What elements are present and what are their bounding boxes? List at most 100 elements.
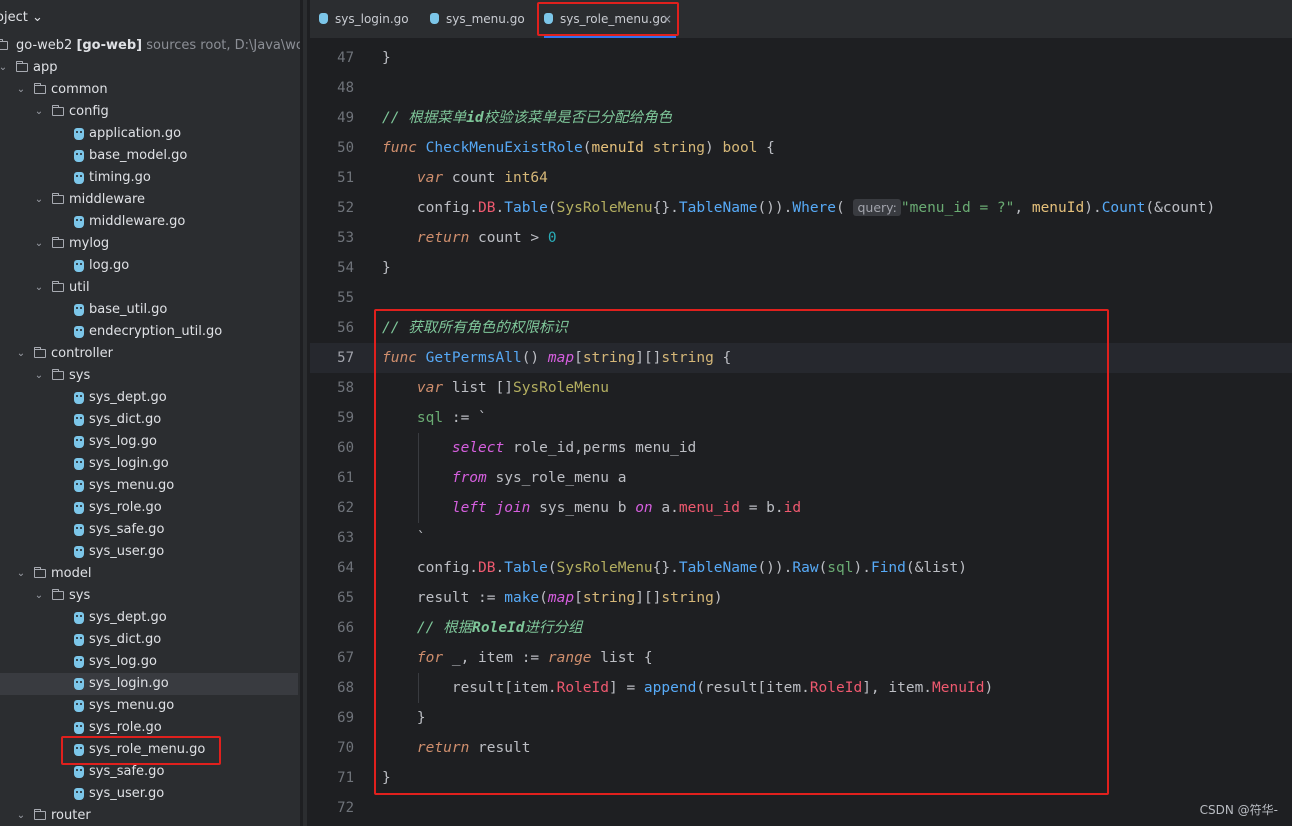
tree-file-sys-login-go[interactable]: sys_login.go (0, 453, 298, 475)
tree-folder-router[interactable]: ⌄ router (0, 805, 298, 826)
tree-root-label: go-web2 [go-web] sources root, D:\Java\w… (16, 35, 300, 57)
go-file-icon (74, 634, 84, 646)
chevron-down-icon[interactable]: ⌄ (34, 189, 44, 211)
tree-folder-config[interactable]: ⌄ config (0, 101, 298, 123)
go-file-icon (74, 480, 84, 492)
line-number[interactable]: 65 (314, 583, 354, 613)
code-line-49: // 根据菜单id校验该菜单是否已分配给角色 (382, 103, 672, 133)
tree-item-label: sys_menu.go (89, 478, 175, 493)
tree-file-sys-log-go[interactable]: sys_log.go (0, 431, 298, 453)
chevron-down-icon[interactable]: ⌄ (0, 57, 8, 79)
tree-file-timing-go[interactable]: timing.go (0, 167, 298, 189)
tree-file-sys-user-go[interactable]: sys_user.go (0, 541, 298, 563)
tree-file-sys-dept-go[interactable]: sys_dept.go (0, 607, 298, 629)
line-number[interactable]: 56 (314, 313, 354, 343)
tree-file-sys-user-go[interactable]: sys_user.go (0, 783, 298, 805)
tree-file-sys-menu-go[interactable]: sys_menu.go (0, 695, 298, 717)
tree-file-endecryption-util-go[interactable]: endecryption_util.go (0, 321, 298, 343)
tree-item-label: sys_role.go (89, 500, 162, 515)
line-number[interactable]: 61 (314, 463, 354, 493)
chevron-down-icon[interactable]: ⌄ (34, 585, 44, 607)
chevron-down-icon[interactable]: ⌄ (34, 277, 44, 299)
chevron-down-icon[interactable]: ⌄ (34, 365, 44, 387)
tree-file-sys-dict-go[interactable]: sys_dict.go (0, 629, 298, 651)
tab-sys-menu[interactable]: sys_menu.go (430, 0, 530, 38)
tree-file-sys-dept-go[interactable]: sys_dept.go (0, 387, 298, 409)
chevron-down-icon[interactable]: ⌄ (16, 79, 26, 101)
tree-item-label: sys_user.go (89, 544, 165, 559)
tree-root-go-web2[interactable]: go-web2 [go-web] sources root, D:\Java\w… (0, 35, 300, 57)
highlight-box-file (61, 736, 221, 765)
tree-item-label: config (69, 104, 109, 119)
chevron-down-icon[interactable]: ⌄ (34, 101, 44, 123)
tab-label: sys_login.go (335, 12, 409, 26)
tab-sys-login[interactable]: sys_login.go (319, 0, 419, 38)
tree-folder-mylog[interactable]: ⌄ mylog (0, 233, 298, 255)
line-number[interactable]: 48 (314, 73, 354, 103)
tree-folder-util[interactable]: ⌄ util (0, 277, 298, 299)
line-number[interactable]: 63 (314, 523, 354, 553)
tree-file-middleware-go[interactable]: middleware.go (0, 211, 298, 233)
tree-item-label: sys_login.go (89, 456, 169, 471)
line-number[interactable]: 54 (314, 253, 354, 283)
tree-file-sys-menu-go[interactable]: sys_menu.go (0, 475, 298, 497)
tree-folder-middleware[interactable]: ⌄ middleware (0, 189, 298, 211)
tree-file-sys-dict-go[interactable]: sys_dict.go (0, 409, 298, 431)
chevron-down-icon[interactable]: ⌄ (16, 343, 26, 365)
line-number[interactable]: 55 (314, 283, 354, 313)
folder-icon (34, 809, 46, 820)
line-number[interactable]: 72 (314, 793, 354, 823)
line-number[interactable]: 69 (314, 703, 354, 733)
line-number[interactable]: 70 (314, 733, 354, 763)
tree-file-sys-role-go[interactable]: sys_role.go (0, 497, 298, 519)
line-number[interactable]: 59 (314, 403, 354, 433)
line-number[interactable]: 58 (314, 373, 354, 403)
tree-file-log-go[interactable]: log.go (0, 255, 298, 277)
line-number[interactable]: 52 (314, 193, 354, 223)
chevron-down-icon[interactable]: ⌄ (16, 563, 26, 585)
tree-item-label: sys (69, 368, 91, 383)
go-file-icon (74, 216, 84, 228)
line-number[interactable]: 67 (314, 643, 354, 673)
comment: // 根据菜单id校验该菜单是否已分配给角色 (382, 110, 673, 126)
tree-file-base-model-go[interactable]: base_model.go (0, 145, 298, 167)
chevron-down-icon[interactable]: ⌄ (34, 233, 44, 255)
chevron-down-icon[interactable]: ⌄ (16, 805, 26, 826)
line-number[interactable]: 49 (314, 103, 354, 133)
code-line-52: config.DB.Table(SysRoleMenu{}.TableName(… (416, 199, 1216, 216)
line-number[interactable]: 57 (314, 343, 354, 373)
line-number[interactable]: 60 (314, 433, 354, 463)
code-line-51: var count int64 (416, 170, 548, 186)
tree-file-base-util-go[interactable]: base_util.go (0, 299, 298, 321)
tree-folder-model[interactable]: ⌄ model (0, 563, 298, 585)
tree-file-sys-log-go[interactable]: sys_log.go (0, 651, 298, 673)
line-number[interactable]: 71 (314, 763, 354, 793)
folder-icon (52, 237, 64, 248)
line-number[interactable]: 66 (314, 613, 354, 643)
line-number[interactable]: 51 (314, 163, 354, 193)
line-number[interactable]: 50 (314, 133, 354, 163)
tree-folder-sys[interactable]: ⌄ sys (0, 365, 298, 387)
line-number[interactable]: 62 (314, 493, 354, 523)
tree-folder-sys[interactable]: ⌄ sys (0, 585, 298, 607)
tree-folder-controller[interactable]: ⌄ controller (0, 343, 298, 365)
project-view-header[interactable]: oject ⌄ (0, 0, 300, 36)
tree-folder-app[interactable]: ⌄ app (0, 57, 298, 79)
folder-icon (0, 39, 8, 50)
param: menuId (591, 140, 644, 156)
tree-item-label: base_util.go (89, 302, 168, 317)
tree-folder-common[interactable]: ⌄ common (0, 79, 298, 101)
go-file-icon (74, 392, 84, 404)
line-number[interactable]: 64 (314, 553, 354, 583)
tree-file-sys-login-go[interactable]: sys_login.go (0, 673, 298, 695)
project-view-title[interactable]: oject ⌄ (0, 0, 43, 36)
tree-file-application-go[interactable]: application.go (0, 123, 298, 145)
line-number[interactable]: 53 (314, 223, 354, 253)
tree-item-label: sys_log.go (89, 654, 157, 669)
tree-item-label: controller (51, 346, 114, 361)
tree-file-sys-safe-go[interactable]: sys_safe.go (0, 519, 298, 541)
sidebar-divider[interactable] (300, 0, 310, 826)
line-number[interactable]: 68 (314, 673, 354, 703)
tree-item-label: middleware (69, 192, 146, 207)
line-number[interactable]: 47 (314, 43, 354, 73)
